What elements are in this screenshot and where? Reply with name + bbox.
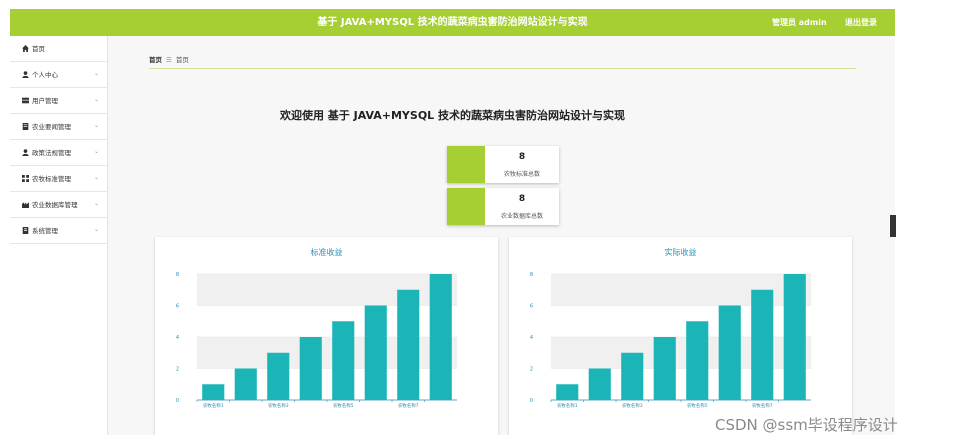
- stat-label: 农业数据库总数: [500, 213, 543, 220]
- bar: [653, 337, 676, 400]
- x-tick-label: 农牧名称1: [557, 402, 578, 409]
- stat-value: 8: [518, 152, 526, 162]
- current-user[interactable]: 管理员 admin: [772, 9, 827, 36]
- sidebar-item-label: 农牧标准管理: [32, 175, 71, 183]
- x-tick-label: 农牧名称3: [622, 402, 643, 409]
- policy-icon: [22, 149, 29, 156]
- chevron-down-icon: ⌄: [94, 200, 100, 207]
- bar: [267, 352, 290, 400]
- y-tick-label: 4: [176, 335, 179, 341]
- grid-icon: [22, 175, 29, 182]
- bar-chart-standard: 0 2 4 6 8 农牧名称1 农牧名称3 农牧名称5 农牧名称7: [176, 272, 457, 409]
- bar: [718, 305, 741, 400]
- chevron-down-icon: ⌄: [94, 96, 100, 103]
- x-tick-label: 农牧名称5: [687, 402, 708, 409]
- bar: [686, 321, 709, 400]
- y-tick-label: 6: [530, 304, 533, 310]
- y-tick-label: 0: [176, 398, 179, 404]
- y-tick-label: 6: [176, 304, 179, 310]
- home-icon: [22, 45, 29, 52]
- logout-link[interactable]: 退出登录: [845, 9, 877, 36]
- y-tick-label: 2: [530, 367, 533, 373]
- bar: [751, 289, 774, 400]
- sidebar-item-label: 政策法规管理: [32, 149, 71, 157]
- y-tick-label: 8: [176, 272, 179, 278]
- sidebar-item-policy[interactable]: 政策法规管理 ⌄: [10, 140, 107, 166]
- chevron-down-icon: ⌄: [94, 122, 100, 129]
- y-tick-label: 2: [176, 367, 179, 373]
- chart-panel-standard: 标准收益 0 2 4 6 8 农牧名称1 农牧名称3 农牧名称5 农牧名称7: [155, 237, 498, 435]
- welcome-heading: 欢迎使用 基于 JAVA+MYSQL 技术的蔬菜病虫害防治网站设计与实现: [279, 109, 626, 122]
- chevron-down-icon: ⌄: [94, 226, 100, 233]
- x-tick-label: 农牧名称3: [268, 402, 289, 409]
- settings-icon: [22, 227, 29, 234]
- database-icon: [22, 201, 29, 208]
- sidebar-item-label: 首页: [32, 45, 45, 53]
- sidebar-item-label: 系统管理: [32, 227, 58, 235]
- y-tick-label: 8: [530, 272, 533, 278]
- breadcrumb: 首页 ☰ 首页: [149, 54, 189, 64]
- stat-value: 8: [518, 194, 526, 204]
- breadcrumb-separator: ☰: [166, 56, 172, 64]
- user-icon: [22, 71, 29, 78]
- watermark: CSDN @ssm毕设程序设计: [715, 416, 898, 434]
- x-tick-label: 农牧名称5: [333, 402, 354, 409]
- sidebar: 首页 个人中心 ⌄ 用户管理 ⌄ 农业要闻管理 ⌄ 政策法规管理 ⌄ 农牧标准管…: [10, 36, 108, 435]
- breadcrumb-current: 首页: [175, 56, 189, 64]
- breadcrumb-divider: [149, 68, 856, 69]
- bar: [429, 274, 452, 400]
- bar: [202, 384, 225, 400]
- top-bar: 基于 JAVA+MYSQL 技术的蔬菜病虫害防治网站设计与实现 管理员 admi…: [10, 9, 895, 36]
- sidebar-item-database[interactable]: 农业数据库管理 ⌄: [10, 192, 107, 218]
- sidebar-item-home[interactable]: 首页: [10, 36, 107, 62]
- bar: [364, 305, 387, 400]
- sidebar-item-label: 个人中心: [32, 71, 58, 79]
- chart-panel-actual: 实际收益 0 2 4 6 8 农牧名称1 农牧名称3 农牧名称5 农牧名称7: [509, 237, 852, 435]
- bar: [299, 337, 322, 400]
- chevron-down-icon: ⌄: [94, 174, 100, 181]
- bar: [783, 274, 806, 400]
- bar-chart-actual: 0 2 4 6 8 农牧名称1 农牧名称3 农牧名称5 农牧名称7: [530, 272, 811, 409]
- sidebar-item-label: 农业数据库管理: [32, 201, 78, 209]
- users-icon: [22, 97, 29, 104]
- stat-card-accent: [447, 146, 485, 183]
- sidebar-item-profile[interactable]: 个人中心 ⌄: [10, 62, 107, 88]
- app-window: 基于 JAVA+MYSQL 技术的蔬菜病虫害防治网站设计与实现 管理员 admi…: [10, 9, 895, 435]
- stat-card-database: 8 农业数据库总数: [447, 188, 559, 225]
- x-tick-label: 农牧名称7: [398, 402, 419, 409]
- stat-card-standards: 8 农牧标准总数: [447, 146, 559, 183]
- sidebar-item-standards[interactable]: 农牧标准管理 ⌄: [10, 166, 107, 192]
- bar: [397, 289, 420, 400]
- bar: [621, 352, 644, 400]
- stat-label: 农牧标准总数: [503, 171, 540, 178]
- chevron-down-icon: ⌄: [94, 70, 100, 77]
- stat-card-accent: [447, 188, 485, 225]
- chevron-down-icon: ⌄: [94, 148, 100, 155]
- app-title: 基于 JAVA+MYSQL 技术的蔬菜病虫害防治网站设计与实现: [317, 17, 588, 28]
- breadcrumb-home[interactable]: 首页: [149, 56, 162, 64]
- bar: [588, 368, 611, 400]
- y-tick-label: 0: [530, 398, 533, 404]
- news-icon: [22, 123, 29, 130]
- scrollbar-handle[interactable]: [890, 215, 896, 237]
- x-tick-label: 农牧名称1: [203, 402, 224, 409]
- y-tick-label: 4: [530, 335, 533, 341]
- sidebar-item-system[interactable]: 系统管理 ⌄: [10, 218, 107, 244]
- bar: [556, 384, 579, 400]
- bar: [234, 368, 257, 400]
- bar: [332, 321, 355, 400]
- x-tick-label: 农牧名称7: [752, 402, 773, 409]
